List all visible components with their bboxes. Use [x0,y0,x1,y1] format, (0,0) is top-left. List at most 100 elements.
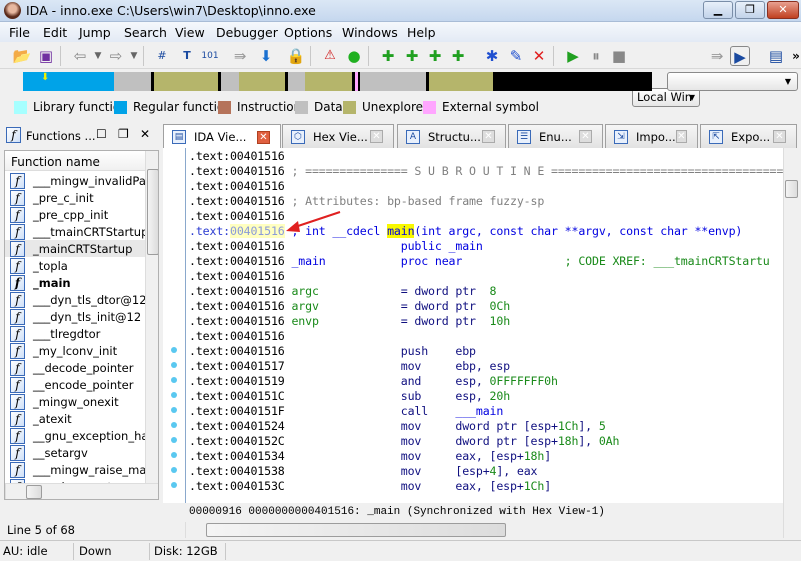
tab-enums[interactable]: ☰ Enu... ✕ [508,124,603,148]
close-tab-icon[interactable]: ✕ [675,130,687,143]
disassembly-line[interactable]: .text:00401516 [189,329,285,344]
breakpoint-dot-icon[interactable] [171,437,177,443]
navband-segment-unexplored[interactable] [154,72,218,91]
scrollbar-thumb[interactable] [206,523,506,537]
pseudocode-icon[interactable]: ▶ [730,46,750,66]
back-dropdown-icon[interactable]: ▼ [88,46,108,66]
breakpoint-dot-icon[interactable] [171,452,177,458]
menu-windows[interactable]: Windows [342,25,398,40]
tab-ida-view[interactable]: ▤ IDA Vie... ✕ [163,124,281,149]
menu-search[interactable]: Search [124,25,167,40]
forward-dropdown-icon[interactable]: ▼ [124,46,144,66]
code-horizontal-scrollbar[interactable] [185,522,783,538]
navband-segment-unexplored[interactable] [305,72,352,91]
pause-icon[interactable]: ⏸ [586,46,606,66]
breakpoint-dot-icon[interactable] [171,377,177,383]
breakpoint-dot-icon[interactable] [171,482,177,488]
close-tab-icon[interactable]: ✕ [370,130,383,143]
breakpoint-dot-icon[interactable] [171,362,177,368]
disassembly-line[interactable]: .text:00401516 public _main [189,239,483,254]
disassembly-line[interactable]: .text:00401516 [189,149,285,164]
lock-icon[interactable]: 🔒 [286,46,306,66]
function-list-item[interactable]: f _topla [5,257,145,274]
function-list-item[interactable]: f ___dyn_tls_dtor@12 [5,291,145,308]
forward-icon[interactable]: ⇨ [106,46,126,66]
disassembly-line[interactable]: .text:00401516 ; =============== S U B R… [189,164,783,179]
code-vertical-scrollbar[interactable] [783,148,798,538]
disassembly-line[interactable]: .text:00401524 mov dword ptr [esp+1Ch], … [189,419,606,434]
info-icon[interactable]: ▤ [766,46,786,66]
breakpoint-dot-icon[interactable] [171,392,177,398]
disassembly-line[interactable]: .text:0040152C mov dword ptr [esp+18h], … [189,434,619,449]
disassembly-line[interactable]: .text:00401538 mov [esp+4], eax [189,464,538,479]
breakpoint-dot-icon[interactable] [171,467,177,473]
minimize-button[interactable]: ▁ [703,1,733,19]
disassembly-line[interactable]: .text:00401516 envp = dword ptr 10h [189,314,510,329]
navband-segment-data[interactable] [114,72,151,91]
string-add-icon[interactable]: ✚ [425,46,445,66]
disassembly-line[interactable]: .text:00401516 [189,269,285,284]
navband-select[interactable]: ▼ [667,72,798,91]
function-list-item[interactable]: f __decode_pointer [5,359,145,376]
run-icon[interactable]: ▶ [563,46,583,66]
function-list-item[interactable]: f _my_lconv_init [5,342,145,359]
function-list-item[interactable]: f _mainCRTStartup [5,240,145,257]
function-list-item[interactable]: f ___mingw_raise_mathe [5,461,145,478]
close-tab-icon[interactable]: ✕ [257,130,270,144]
menu-help[interactable]: Help [407,25,436,40]
disassembly-line[interactable]: .text:00401516 argc = dword ptr 8 [189,284,497,299]
disassembly-line[interactable]: .text:0040151C sub esp, 20h [189,389,510,404]
disassembly-line[interactable]: .text:00401519 and esp, 0FFFFFFF0h [189,374,558,389]
navband-segment-unexplored[interactable] [239,72,285,91]
scrollbar-thumb[interactable] [147,169,158,255]
search-hex-icon[interactable]: # [152,46,172,66]
column-header-function-name[interactable]: Function name [5,151,145,171]
tab-imports[interactable]: ⇲ Impo... ✕ [605,124,698,148]
disassembly-view[interactable]: .text:00401516 .text:00401516 ; =========… [185,148,783,503]
functions-horizontal-scrollbar[interactable] [5,483,158,499]
delete-icon[interactable]: ✕ [529,46,549,66]
menu-edit[interactable]: Edit [43,25,67,40]
jump-icon[interactable]: ⇛ [230,46,250,66]
scrollbar-thumb[interactable] [26,485,42,499]
data-add-icon[interactable]: ✚ [402,46,422,66]
disassembly-line[interactable]: .text:00401534 mov eax, [esp+18h] [189,449,551,464]
close-tab-icon[interactable]: ✕ [579,130,592,143]
function-list-item[interactable]: f __gnu_exception_hand [5,427,145,444]
disassembly-line[interactable]: .text:00401516 [189,209,285,224]
code-add-icon[interactable]: ✚ [378,46,398,66]
navband-segment-external[interactable] [355,72,358,91]
function-list-item[interactable]: f ___mingw_invalidParam [5,172,145,189]
tab-hex-view[interactable]: ⬡ Hex Vie... ✕ [282,124,394,148]
tab-structures[interactable]: A Structu... ✕ [397,124,506,148]
menu-view[interactable]: View [175,25,205,40]
disassembly-line[interactable]: .text:00401516 [189,179,285,194]
disassembly-line[interactable]: .text:00401516 argv = dword ptr 0Ch [189,299,510,314]
function-list-item[interactable]: f _atexit [5,410,145,427]
warning-icon[interactable]: ⚠ [320,46,340,66]
search-binary-icon[interactable]: 101 [200,46,220,66]
navband-segment-unexplored[interactable] [429,72,493,91]
disassembly-line[interactable]: .text:00401516 ; Attributes: bp-based fr… [189,194,544,209]
navband-segment-data[interactable] [360,72,426,91]
function-list-item[interactable]: f _main [5,274,145,291]
function-list-item[interactable]: f _mingw_onexit [5,393,145,410]
maximize-panel-icon[interactable]: ☐ [96,127,107,141]
function-list-item[interactable]: f ___dyn_tls_init@12 [5,308,145,325]
more-tools-icon[interactable]: » [786,46,801,66]
breakpoint-dot-icon[interactable] [171,407,177,413]
functions-vertical-scrollbar[interactable] [145,151,158,483]
disassembly-line[interactable]: .text:00401517 mov ebp, esp [189,359,510,374]
navigation-band[interactable] [23,72,652,91]
disassembly-line[interactable]: .text:0040151F call ___main [189,404,503,419]
scrollbar-thumb[interactable] [785,180,798,198]
function-list-item[interactable]: f ___tmainCRTStartup [5,223,145,240]
navband-segment-regular[interactable] [23,72,114,91]
menu-jump[interactable]: Jump [79,25,111,40]
close-panel-icon[interactable]: ✕ [140,127,150,141]
tab-exports[interactable]: ⇱ Expo... ✕ [700,124,797,148]
close-tab-icon[interactable]: ✕ [482,130,495,143]
menu-file[interactable]: File [9,25,30,40]
save-icon[interactable]: ▣ [36,46,56,66]
disassembly-line[interactable]: .text:00401516 _main proc near ; CODE XR… [189,254,770,269]
